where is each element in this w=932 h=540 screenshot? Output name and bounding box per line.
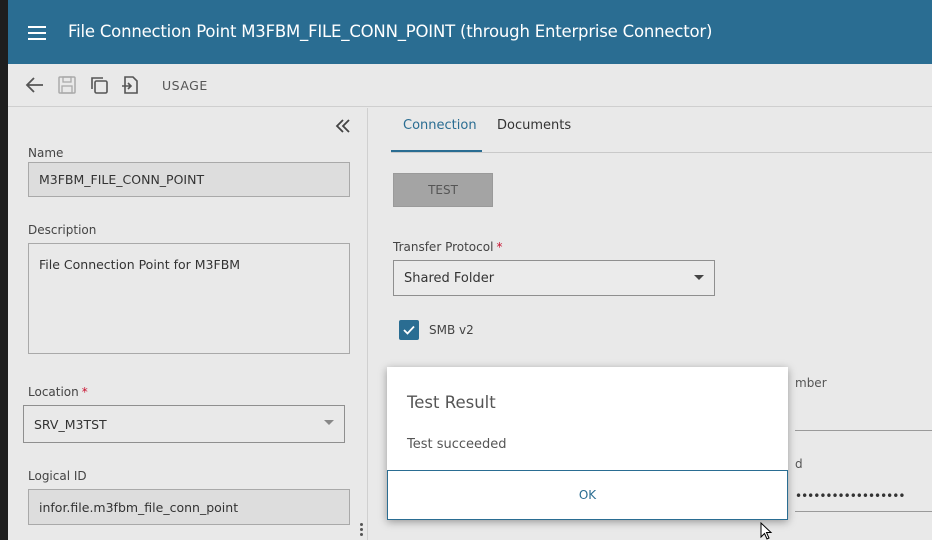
hamburger-menu-icon[interactable] [28,26,46,40]
chevron-down-icon [324,420,334,425]
more-options-icon[interactable] [360,523,364,539]
location-value: SRV_M3TST [34,416,107,432]
location-label: Location * [28,385,88,399]
logical-id-field[interactable]: infor.file.m3fbm_file_conn_point [28,489,350,525]
password-field[interactable]: •••••••••••••••••••••••••••••••••• [795,489,905,503]
transfer-protocol-label: Transfer Protocol * [393,240,502,254]
description-value: File Connection Point for M3FBM [39,257,241,272]
dialog-title: Test Result [407,393,496,412]
export-icon[interactable] [120,74,142,96]
name-value: M3FBM_FILE_CONN_POINT [39,172,205,187]
logical-id-label: Logical ID [28,469,87,483]
dialog-message: Test succeeded [407,437,507,452]
partial-password-label: d [795,457,803,471]
active-tab-indicator [391,150,482,152]
app-header: File Connection Point M3FBM_FILE_CONN_PO… [8,0,932,64]
tab-documents[interactable]: Documents [497,118,571,133]
transfer-protocol-value: Shared Folder [404,270,495,286]
usage-button[interactable]: USAGE [162,78,208,93]
partial-field-label: mber [795,376,827,390]
name-label: Name [28,146,64,160]
transfer-protocol-required-marker: * [496,240,503,254]
partial-field-underline [795,430,932,431]
description-label: Description [28,223,97,237]
test-button[interactable]: TEST [393,173,493,207]
details-panel: Name M3FBM_FILE_CONN_POINT Description F… [8,108,368,540]
location-select[interactable]: SRV_M3TST [23,405,345,443]
arrow-left-icon[interactable] [24,74,46,96]
save-icon [58,76,76,94]
test-result-dialog: Test Result Test succeeded OK [387,367,788,520]
location-label-text: Location [28,385,79,399]
tab-divider [391,152,932,153]
transfer-protocol-select[interactable]: Shared Folder [393,260,715,296]
location-required-marker: * [81,385,88,399]
collapse-panel-icon[interactable] [334,118,352,134]
toolbar: USAGE [8,64,932,107]
checkmark-icon [403,325,415,335]
ok-button[interactable]: OK [387,470,788,520]
copy-icon[interactable] [88,74,110,96]
password-field-underline [795,511,932,512]
transfer-protocol-label-text: Transfer Protocol [393,240,494,254]
description-field[interactable]: File Connection Point for M3FBM [28,243,350,354]
chevron-down-icon [694,275,704,280]
mouse-cursor-icon [760,522,773,540]
smb-v2-checkbox[interactable] [399,320,419,340]
tab-connection[interactable]: Connection [403,118,477,133]
app-window: File Connection Point M3FBM_FILE_CONN_PO… [8,0,932,540]
page-title: File Connection Point M3FBM_FILE_CONN_PO… [68,22,713,41]
smb-v2-label: SMB v2 [429,323,474,337]
logical-id-value: infor.file.m3fbm_file_conn_point [39,499,239,515]
name-field[interactable]: M3FBM_FILE_CONN_POINT [28,162,350,197]
